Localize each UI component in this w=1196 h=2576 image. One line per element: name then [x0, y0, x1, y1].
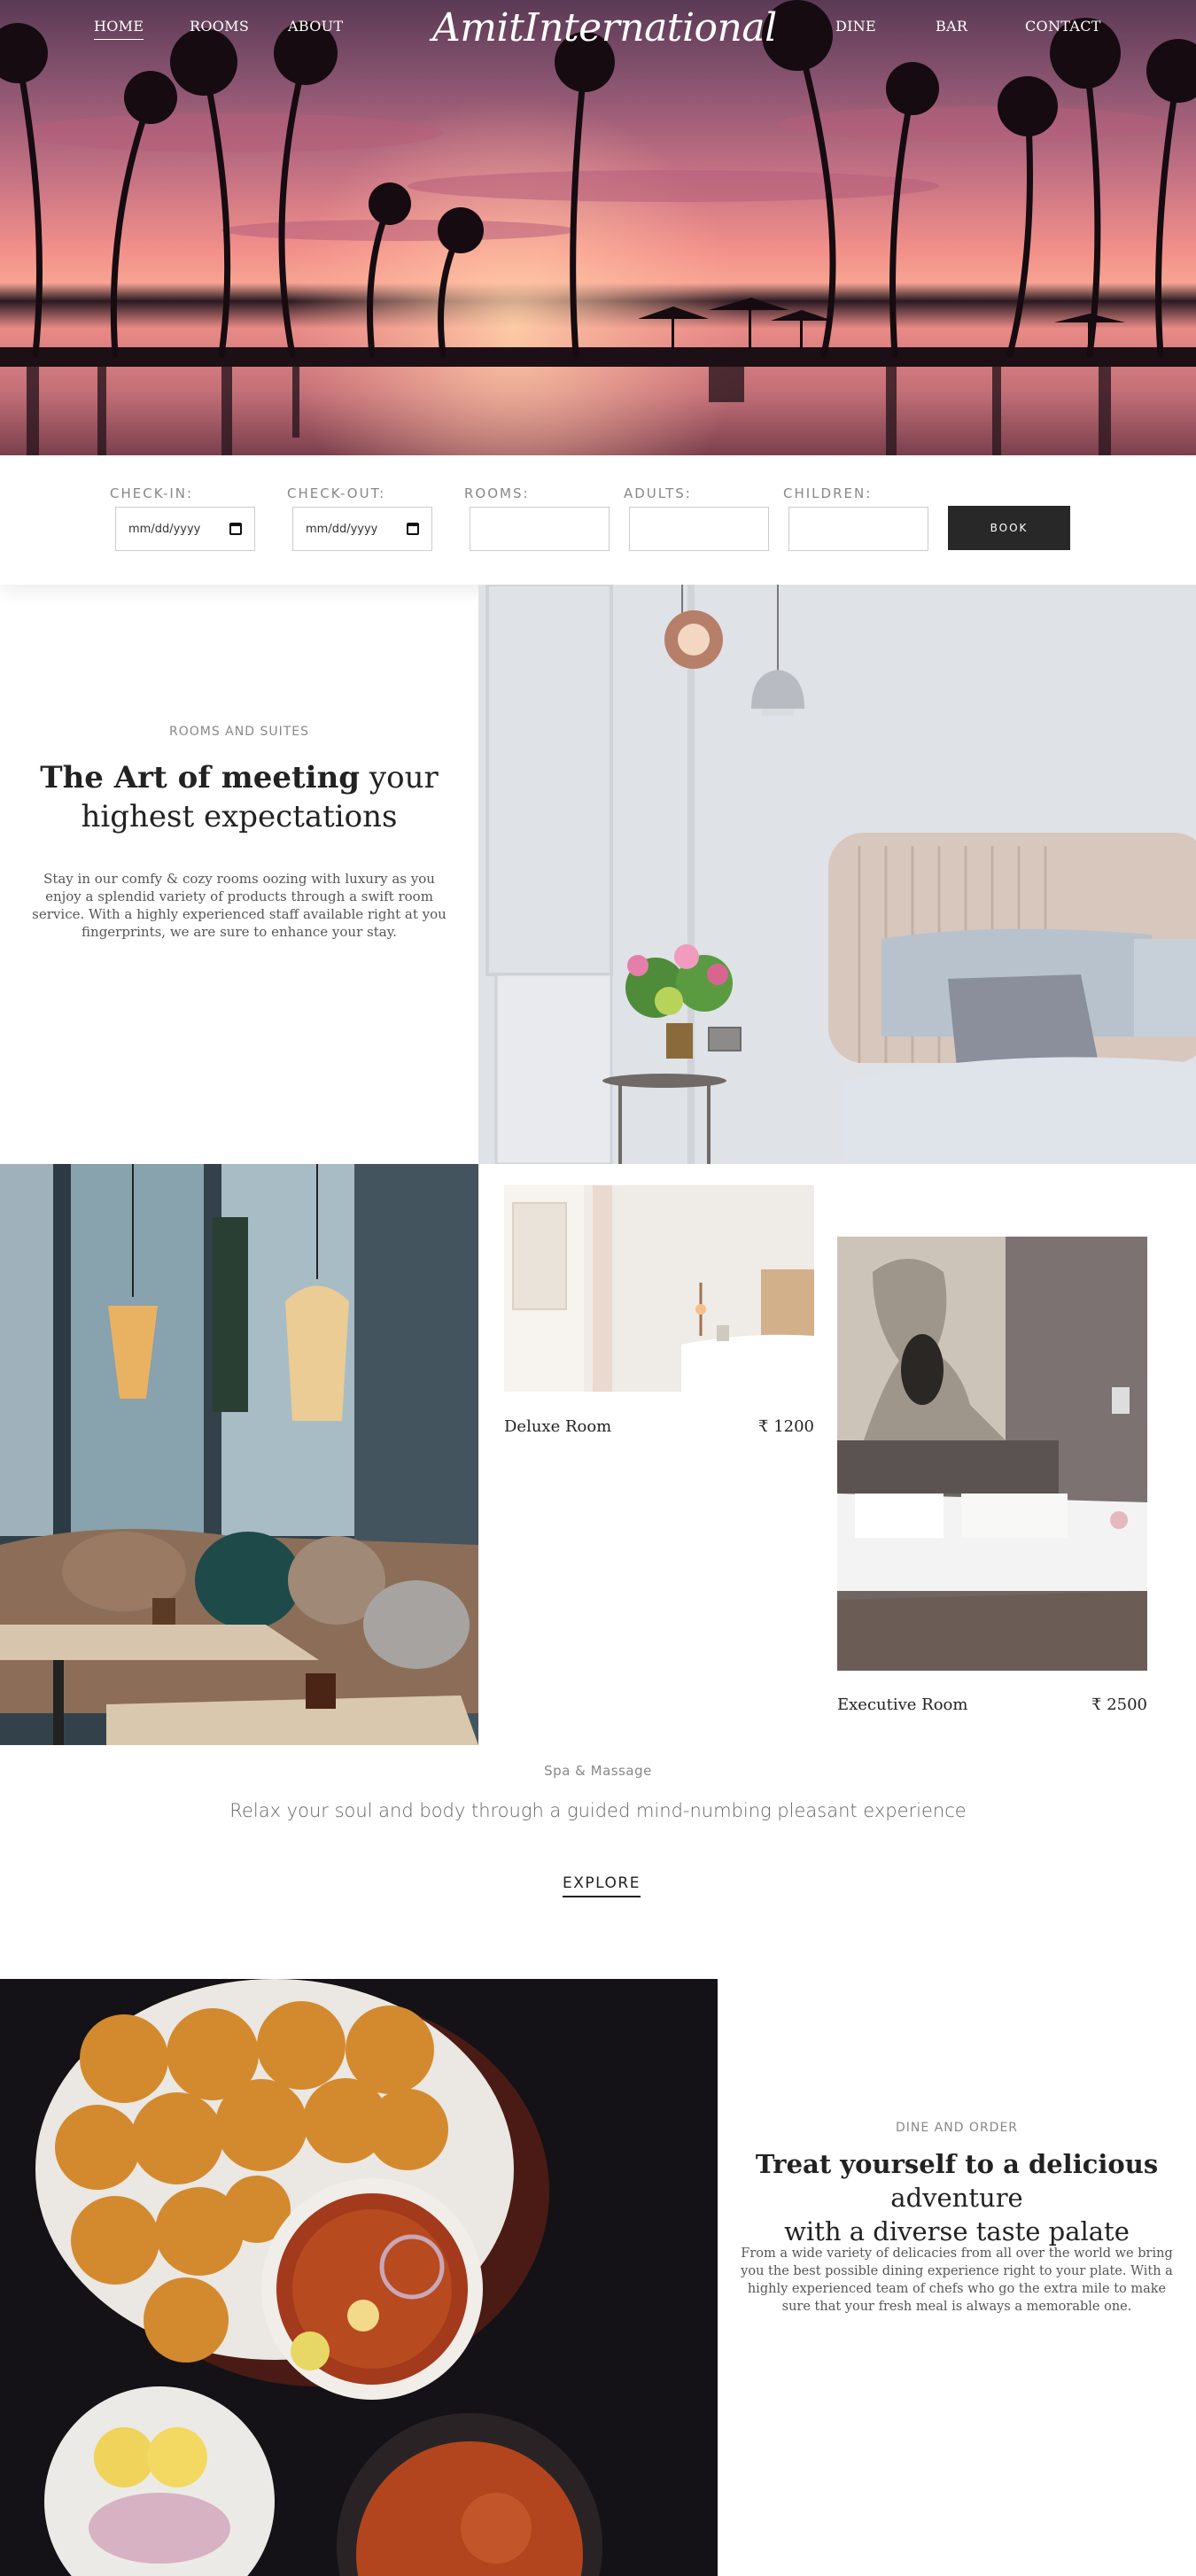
checkout-date-input[interactable]: mm/dd/yyyy	[292, 507, 432, 551]
nav-contact-link[interactable]: CONTACT	[1025, 18, 1101, 35]
adults-label: ADULTS:	[624, 485, 692, 501]
dine-title: Treat yourself to a delicious adventure …	[728, 2147, 1185, 2248]
nav-bar-link[interactable]: BAR	[936, 18, 967, 35]
spa-tagline: Relax your soul and body through a guide…	[229, 1800, 967, 1821]
rooms-field: ROOMS:	[464, 485, 610, 551]
rooms-suites-intro: ROOMS AND SUITES The Art of meeting your…	[0, 585, 478, 1164]
title-rest-line-2: highest expectations	[81, 799, 398, 834]
calendar-icon[interactable]	[229, 523, 242, 535]
room-price: ₹ 1200	[758, 1417, 814, 1436]
children-input[interactable]	[788, 507, 928, 551]
rooms-input[interactable]	[470, 507, 610, 551]
section-description: Stay in our comfy & cozy rooms oozing wi…	[32, 871, 447, 940]
hero-banner: HOME ROOMS ABOUT AmitInternational DINE …	[0, 0, 1196, 456]
nav-rooms-link[interactable]: ROOMS	[190, 18, 249, 35]
book-button[interactable]: BOOK	[948, 506, 1070, 550]
checkin-date-placeholder: mm/dd/yyyy	[128, 522, 201, 536]
nav-dine-link[interactable]: DINE	[835, 18, 876, 35]
sunset-palm-beach-photo	[0, 0, 1196, 456]
adults-input[interactable]	[629, 507, 769, 551]
checkout-label: CHECK-OUT:	[287, 485, 386, 501]
spa-eyebrow: Spa & Massage	[544, 1763, 652, 1779]
checkin-date-input[interactable]: mm/dd/yyyy	[115, 507, 255, 551]
deluxe-room-photo[interactable]	[504, 1185, 814, 1392]
lounge-photo	[0, 1164, 478, 1745]
executive-room-photo[interactable]	[837, 1237, 1147, 1671]
checkout-field: CHECK-OUT: mm/dd/yyyy	[287, 485, 432, 551]
main-navigation: HOME ROOMS ABOUT AmitInternational DINE …	[0, 0, 1196, 53]
section-title: The Art of meeting your highest expectat…	[0, 758, 478, 836]
dine-description: From a wide variety of delicacies from a…	[741, 2246, 1173, 2314]
explore-link[interactable]: EXPLORE	[563, 1874, 641, 1897]
dine-eyebrow: DINE AND ORDER	[895, 2121, 1019, 2135]
dine-order-intro: DINE AND ORDER Treat yourself to a delic…	[718, 1979, 1196, 2576]
dine-title-rest-line-2: with a diverse taste palate	[784, 2216, 1130, 2246]
room-card-deluxe[interactable]: Deluxe Room ₹ 1200	[504, 1185, 814, 1436]
section-eyebrow: ROOMS AND SUITES	[168, 725, 309, 739]
room-price: ₹ 2500	[1091, 1695, 1147, 1714]
calendar-icon[interactable]	[407, 523, 419, 535]
children-label: CHILDREN:	[783, 485, 873, 501]
dine-title-rest: adventure	[890, 2183, 1023, 2213]
room-card-executive[interactable]: Executive Room ₹ 2500	[837, 1237, 1147, 1714]
checkin-field: CHECK-IN: mm/dd/yyyy	[110, 485, 255, 551]
rooms-label: ROOMS:	[464, 485, 530, 501]
bedroom-photo	[478, 585, 1196, 1164]
site-logo[interactable]: AmitInternational	[432, 5, 777, 50]
spa-section: Spa & Massage Relax your soul and body t…	[0, 1745, 1196, 1979]
booking-form: CHECK-IN: mm/dd/yyyy CHECK-OUT: mm/dd/yy…	[0, 455, 1196, 585]
nav-about-link[interactable]: ABOUT	[288, 18, 343, 35]
title-bold: The Art of meeting	[40, 760, 361, 795]
food-photo	[0, 1979, 718, 2576]
title-rest: your	[369, 760, 439, 795]
checkout-date-placeholder: mm/dd/yyyy	[306, 522, 378, 536]
dine-title-bold: Treat yourself to a delicious	[755, 2149, 1159, 2179]
children-field: CHILDREN:	[783, 485, 928, 551]
nav-home-link[interactable]: HOME	[94, 18, 144, 40]
adults-field: ADULTS:	[624, 485, 769, 551]
checkin-label: CHECK-IN:	[110, 485, 194, 501]
